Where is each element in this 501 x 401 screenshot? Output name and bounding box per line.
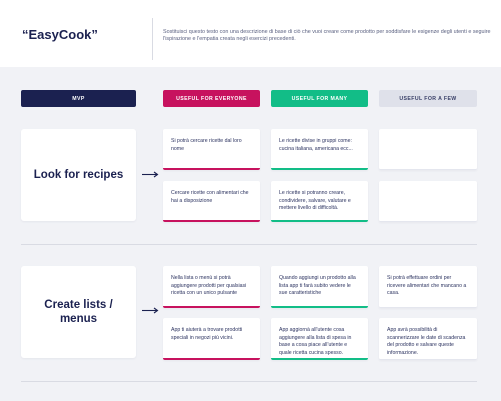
idea-card[interactable]: App avrà possibilità di scannerizzare le…	[379, 318, 477, 360]
row-divider	[21, 244, 477, 245]
idea-card[interactable]: Si potrà effettuare ordini per ricevere …	[379, 266, 477, 308]
arrow-right-icon	[142, 307, 159, 314]
idea-card[interactable]: Le ricette si potranno creare, condivide…	[271, 181, 368, 222]
idea-card[interactable]: Cercare ricette con alimentari che hai a…	[163, 181, 260, 222]
header-divider	[152, 18, 153, 60]
idea-card[interactable]: Quando aggiungi un prodotto alla lista a…	[271, 266, 368, 308]
category-card[interactable]: Create lists / menus	[21, 266, 136, 358]
idea-card[interactable]: App aggiornà all'utente cosa aggiungere …	[271, 318, 368, 360]
header-description: Sostituisci questo testo con una descriz…	[163, 29, 491, 43]
idea-card-empty[interactable]	[379, 129, 477, 170]
idea-card[interactable]: Si potrà cercare ricette dal loro nome	[163, 129, 260, 170]
arrow-right-icon	[142, 171, 159, 178]
idea-card[interactable]: Nella lista o menù si potrà aggiungere p…	[163, 266, 260, 308]
column-header-many: USEFUL FOR MANY	[271, 90, 368, 107]
idea-card[interactable]: App ti aiuterà a trovare prodotti specia…	[163, 318, 260, 360]
header-bar: “EasyCook” Sostituisci questo testo con …	[0, 0, 501, 67]
category-card[interactable]: Look for recipes	[21, 129, 136, 221]
idea-card[interactable]: Le ricette divise in gruppi come: cucina…	[271, 129, 368, 170]
app-title: “EasyCook”	[22, 27, 98, 42]
column-header-few: USEFUL FOR A FEW	[379, 90, 477, 107]
category-label: Look for recipes	[33, 169, 124, 181]
category-label: Create lists / menus	[44, 299, 113, 325]
column-header-mvp: MVP	[21, 90, 136, 107]
row-divider	[21, 381, 477, 382]
idea-card-empty[interactable]	[379, 181, 477, 222]
column-header-everyone: USEFUL FOR EVERYONE	[163, 90, 260, 107]
